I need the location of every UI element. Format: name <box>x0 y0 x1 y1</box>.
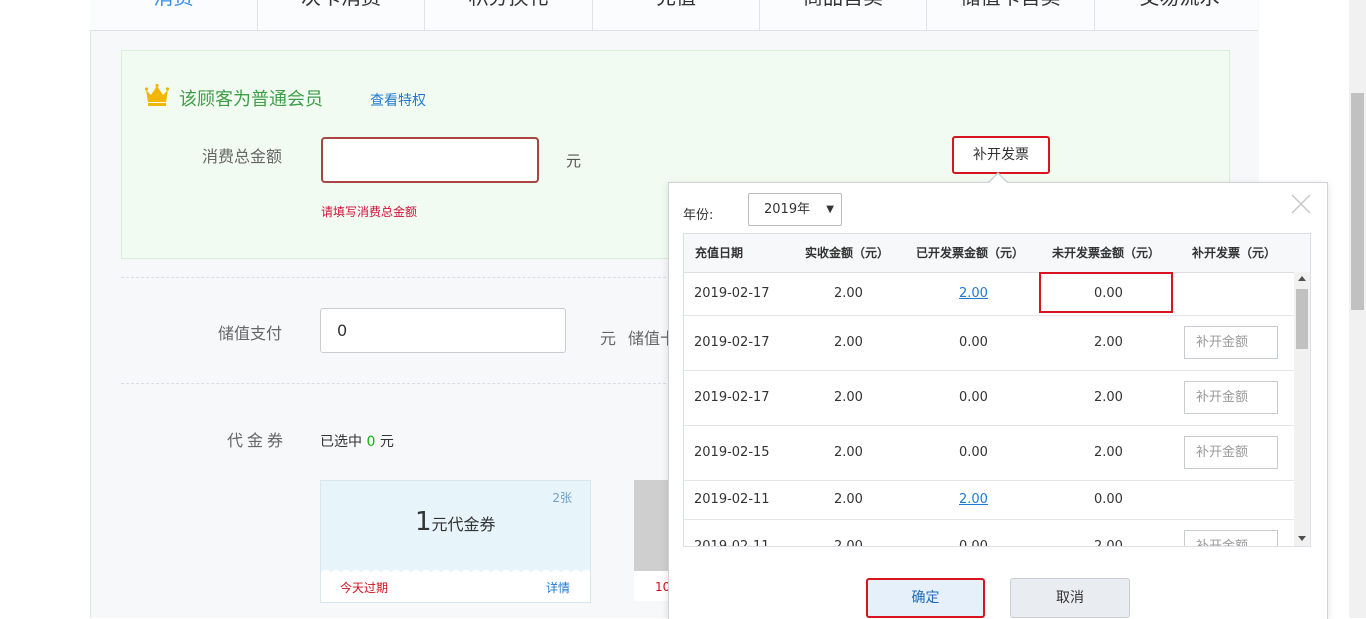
stored-pay-input[interactable]: 0 <box>320 308 566 353</box>
invoice-table: 充值日期 实收金额（元） 已开发票金额（元） 未开发票金额（元） 补开发票（元）… <box>683 233 1311 547</box>
tab-label: 次卡消费 <box>258 0 424 12</box>
cell-date: 2019-02-11 <box>694 491 770 507</box>
stored-balance-label: 储值卡 <box>628 329 668 348</box>
cell-invoiced: 0.00 <box>959 389 988 405</box>
coupon-selected-prefix: 已选中 <box>320 434 362 450</box>
coupon-expiry: 今天过期 <box>340 581 389 595</box>
supplement-amount-input[interactable]: 补开金额 <box>1184 380 1278 414</box>
crown-icon <box>145 83 169 106</box>
coupon-amount: 1元代金券 <box>415 507 496 537</box>
highlight-box <box>1039 272 1173 313</box>
table-row: 2019-02-15 2.00 0.00 2.00 补开金额 <box>684 425 1296 481</box>
column-header: 实收金额（元） <box>805 246 890 260</box>
cell-received: 2.00 <box>834 285 863 301</box>
coupon-selected-count: 0 <box>366 434 376 450</box>
invoiced-amount-link[interactable]: 2.00 <box>959 286 988 301</box>
table-scrollbar[interactable] <box>1294 272 1310 546</box>
table-row: 2019-02-11 2.00 0.00 2.00 补开金额 <box>684 519 1296 547</box>
tab-label: 交易流水 <box>1095 0 1258 12</box>
cell-date: 2019-02-17 <box>694 334 770 350</box>
coupon-selected-suffix: 元 <box>379 434 394 450</box>
table-row: 2019-02-17 2.00 2.00 0.00 <box>684 272 1296 316</box>
coupon-amount-value: 1 <box>415 507 432 537</box>
tab-label: 储值卡售卖 <box>927 0 1094 12</box>
cell-uninvoiced: 2.00 <box>1094 389 1123 405</box>
member-title: 该顾客为普通会员 <box>179 89 323 110</box>
supplement-amount-input[interactable]: 补开金额 <box>1184 529 1278 546</box>
tab-transactions[interactable]: 交易流水 <box>1095 0 1258 30</box>
cell-uninvoiced: 2.00 <box>1094 444 1123 460</box>
cell-received: 2.00 <box>834 389 863 405</box>
cell-date: 2019-02-17 <box>694 285 770 301</box>
cell-uninvoiced: 2.00 <box>1094 538 1123 547</box>
year-select[interactable]: 2019年 ▼ <box>748 193 842 226</box>
table-header: 充值日期 实收金额（元） 已开发票金额（元） 未开发票金额（元） 补开发票（元） <box>684 234 1310 273</box>
supplement-invoice-button[interactable]: 补开发票 <box>952 136 1050 174</box>
table-row: 2019-02-17 2.00 0.00 2.00 补开金额 <box>684 315 1296 371</box>
cell-date: 2019-02-11 <box>694 538 770 547</box>
cell-date: 2019-02-15 <box>694 444 770 460</box>
confirm-button[interactable]: 确定 <box>866 578 985 618</box>
tab-label: 消费 <box>90 0 257 12</box>
coupon-count: 2张 <box>552 491 572 505</box>
table-row: 2019-02-11 2.00 2.00 0.00 <box>684 480 1296 520</box>
divider <box>121 383 681 384</box>
coupon-detail-link[interactable]: 详情 <box>546 579 570 596</box>
column-header: 补开发票（元） <box>1192 246 1277 260</box>
popup-arrow-inner <box>989 174 1007 183</box>
cell-uninvoiced: 2.00 <box>1094 334 1123 350</box>
tab-stored-card-sale[interactable]: 储值卡售卖 <box>927 0 1095 30</box>
total-amount-input[interactable] <box>321 137 539 183</box>
table-row: 2019-02-17 2.00 0.00 2.00 补开金额 <box>684 370 1296 426</box>
unit-label: 元 <box>600 329 617 348</box>
page-scrollbar[interactable] <box>1349 0 1366 618</box>
page-left-margin <box>0 0 90 618</box>
scrollbar-thumb[interactable] <box>1296 289 1308 349</box>
supplement-amount-input[interactable]: 补开金额 <box>1184 435 1278 469</box>
unit-label: 元 <box>566 152 582 170</box>
cell-received: 2.00 <box>834 491 863 507</box>
scroll-down-icon[interactable] <box>1298 536 1306 541</box>
year-select-value: 2019年 <box>764 202 811 217</box>
column-header: 充值日期 <box>695 246 744 260</box>
cell-received: 2.00 <box>834 538 863 547</box>
stored-pay-label: 储值支付 <box>218 324 283 343</box>
tab-times-card[interactable]: 次卡消费 <box>258 0 425 30</box>
supplement-amount-input[interactable]: 补开金额 <box>1184 325 1278 359</box>
cancel-button[interactable]: 取消 <box>1010 578 1130 618</box>
coupon-amount-suffix: 元代金券 <box>431 515 496 534</box>
coupon-card[interactable]: 2张 1元代金券 今天过期 详情 <box>320 480 591 603</box>
error-message: 请填写消费总金额 <box>321 205 418 219</box>
total-amount-label: 消费总金额 <box>202 147 283 166</box>
tab-goods-sale[interactable]: 商品售卖 <box>760 0 927 30</box>
column-header: 未开发票金额（元） <box>1052 246 1161 260</box>
tab-bar: 消费 次卡消费 积分换礼 充值 商品售卖 储值卡售卖 交易流水 <box>90 0 1258 31</box>
tab-points-gift[interactable]: 积分换礼 <box>425 0 593 30</box>
coupon-label: 代金券 <box>227 431 288 450</box>
cell-invoiced: 0.00 <box>959 334 988 350</box>
close-icon[interactable] <box>1290 193 1312 215</box>
invoiced-amount-link[interactable]: 2.00 <box>959 492 988 507</box>
cell-uninvoiced: 0.00 <box>1094 491 1123 507</box>
cell-received: 2.00 <box>834 334 863 350</box>
divider <box>121 277 681 278</box>
tab-label: 充值 <box>593 0 759 12</box>
cell-invoiced: 0.00 <box>959 538 988 547</box>
tab-recharge[interactable]: 充值 <box>593 0 760 30</box>
year-label: 年份: <box>683 208 714 223</box>
caret-down-icon: ▼ <box>826 204 834 215</box>
tab-label: 商品售卖 <box>760 0 926 12</box>
column-header: 已开发票金额（元） <box>916 246 1025 260</box>
cell-received: 2.00 <box>834 444 863 460</box>
tab-consume[interactable]: 消费 <box>90 0 258 30</box>
scrollbar-thumb[interactable] <box>1351 93 1364 310</box>
view-privileges-link[interactable]: 查看特权 <box>370 90 426 110</box>
cell-date: 2019-02-17 <box>694 389 770 405</box>
scroll-up-icon[interactable] <box>1298 276 1306 281</box>
cell-invoiced: 0.00 <box>959 444 988 460</box>
coupon-selected-text: 已选中 0 元 <box>320 431 394 451</box>
tab-label: 积分换礼 <box>425 0 592 12</box>
